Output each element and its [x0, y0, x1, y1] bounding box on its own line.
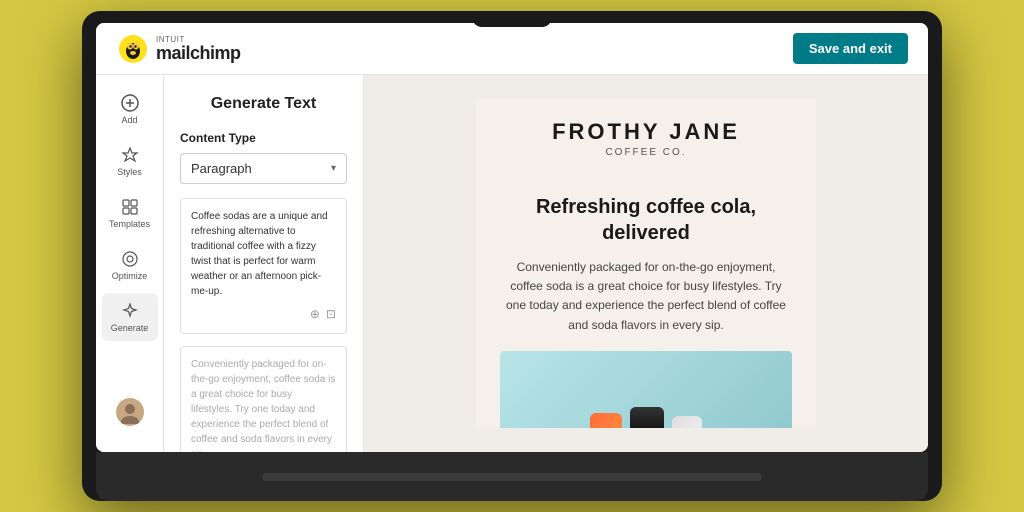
- text-block-2: Conveniently packaged for on-the-go enjo…: [180, 346, 347, 452]
- sidebar-item-templates[interactable]: Templates: [102, 189, 158, 237]
- generate-icon: [120, 301, 140, 321]
- content-type-label: Content Type: [180, 131, 347, 145]
- laptop-frame: INTUIT mailchimp Save and exit Add: [82, 11, 942, 501]
- sidebar-generate-label: Generate: [111, 323, 149, 333]
- generate-panel: Generate Text Content Type Paragraph ▾ C…: [164, 75, 364, 452]
- sidebar-item-avatar[interactable]: [102, 390, 158, 434]
- sidebar-item-add[interactable]: Add: [102, 85, 158, 133]
- product-image-area: ↖: [500, 351, 792, 428]
- sidebar: Add Styles Templates: [96, 75, 164, 452]
- brand-name: FROTHY JANE: [500, 119, 792, 145]
- save-exit-button[interactable]: Save and exit: [793, 33, 908, 64]
- brand-sub: COFFEE CO.: [500, 147, 792, 158]
- optimize-icon: [120, 249, 140, 269]
- sidebar-item-generate[interactable]: Generate: [102, 293, 158, 341]
- keyboard-strip: [262, 473, 761, 481]
- can-center: [630, 407, 664, 428]
- chevron-down-icon: ▾: [331, 163, 336, 174]
- content-type-dropdown[interactable]: Paragraph ▾: [180, 153, 347, 184]
- sidebar-styles-label: Styles: [117, 167, 142, 177]
- email-headline: Refreshing coffee cola, delivered: [500, 194, 792, 246]
- main-content: Add Styles Templates: [96, 75, 928, 452]
- email-preview: FROTHY JANE COFFEE CO. Refreshing coffee…: [476, 99, 816, 428]
- text-block-1: Coffee sodas are a unique and refreshing…: [180, 198, 347, 334]
- text-block-1-content: Coffee sodas are a unique and refreshing…: [191, 209, 336, 299]
- email-body-text: Conveniently packaged for on-the-go enjo…: [500, 258, 792, 335]
- add-icon: [120, 93, 140, 113]
- sidebar-item-optimize[interactable]: Optimize: [102, 241, 158, 289]
- laptop-keyboard: [96, 452, 928, 501]
- mailchimp-logo-icon: [116, 32, 150, 66]
- laptop-notch: [472, 11, 552, 27]
- preview-area: FROTHY JANE COFFEE CO. Refreshing coffee…: [364, 75, 928, 452]
- logo-text: INTUIT mailchimp: [156, 36, 241, 62]
- dropdown-value: Paragraph: [191, 161, 252, 176]
- sidebar-add-label: Add: [121, 115, 137, 125]
- templates-icon: [120, 197, 140, 217]
- copy-icon-1[interactable]: ⊕: [310, 305, 320, 323]
- user-avatar: [116, 398, 144, 426]
- text-block-1-actions: ⊕ ⊡: [191, 305, 336, 323]
- top-bar: INTUIT mailchimp Save and exit: [96, 23, 928, 75]
- sidebar-optimize-label: Optimize: [112, 271, 148, 281]
- brand-header: FROTHY JANE COFFEE CO.: [476, 99, 816, 174]
- styles-icon: [120, 145, 140, 165]
- panel-title: Generate Text: [180, 95, 347, 113]
- sidebar-templates-label: Templates: [109, 219, 150, 229]
- can-left: [590, 413, 622, 428]
- text-block-2-content: Conveniently packaged for on-the-go enjo…: [191, 357, 336, 452]
- laptop-screen: INTUIT mailchimp Save and exit Add: [96, 23, 928, 452]
- add-icon-1[interactable]: ⊡: [326, 305, 336, 323]
- can-right: [672, 416, 702, 428]
- sidebar-item-styles[interactable]: Styles: [102, 137, 158, 185]
- logo-mailchimp-text: mailchimp: [156, 44, 241, 62]
- logo-area: INTUIT mailchimp: [116, 32, 241, 66]
- email-body: Refreshing coffee cola, delivered Conven…: [476, 174, 816, 428]
